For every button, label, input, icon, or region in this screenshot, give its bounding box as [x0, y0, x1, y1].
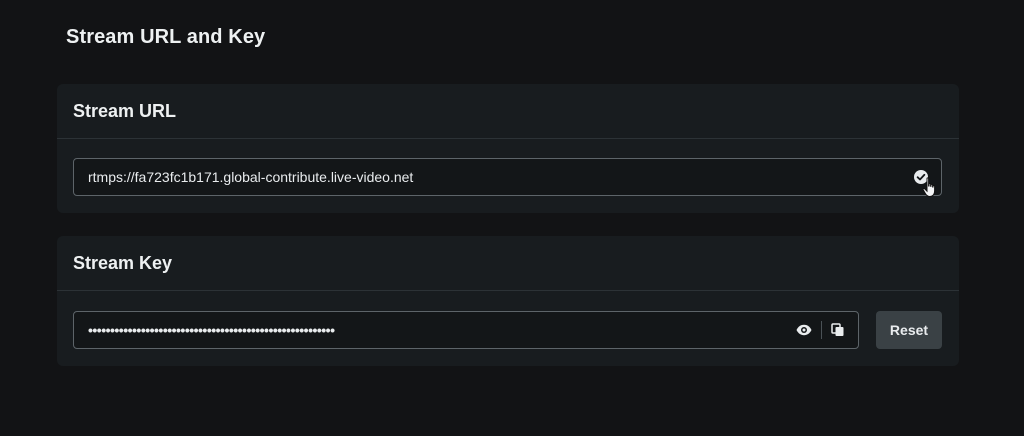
reset-button[interactable]: Reset: [876, 311, 942, 349]
icon-divider: [821, 321, 822, 339]
stream-url-value: rtmps://fa723fc1b171.global-contribute.l…: [88, 169, 414, 185]
stream-key-card: Stream Key •••••••••••••••••••••••••••••…: [57, 236, 959, 366]
stream-settings-page: Stream URL and Key Stream URL rtmps://fa…: [0, 0, 1024, 436]
stream-url-card: Stream URL rtmps://fa723fc1b171.global-c…: [57, 84, 959, 213]
stream-key-header: Stream Key: [57, 236, 959, 291]
eye-icon[interactable]: [795, 321, 813, 339]
stream-url-field[interactable]: rtmps://fa723fc1b171.global-contribute.l…: [73, 158, 942, 198]
stream-url-header: Stream URL: [57, 84, 959, 139]
copy-icon[interactable]: [830, 322, 846, 338]
hand-cursor-icon: [921, 176, 939, 198]
page-title: Stream URL and Key: [66, 26, 266, 48]
stream-key-field[interactable]: ••••••••••••••••••••••••••••••••••••••••…: [73, 311, 859, 349]
stream-key-masked-value: ••••••••••••••••••••••••••••••••••••••••…: [88, 322, 335, 338]
